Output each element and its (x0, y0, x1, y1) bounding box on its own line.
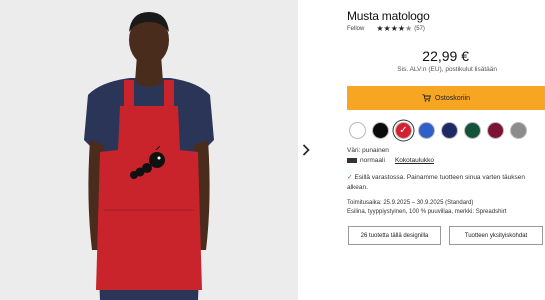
rating-stars[interactable]: ★ ★ ★ ★ ★ (376, 25, 412, 33)
color-swatch-harmaa[interactable] (510, 122, 527, 139)
size-row: normaali Kokotaulukko (347, 157, 434, 164)
more-designs-button[interactable]: 26 tuotetta tällä designilla (348, 226, 441, 245)
stock-text: Esillä varastossa. Painamme tuotteen sin… (347, 174, 525, 191)
check-icon: ✓ (347, 174, 353, 181)
product-info: Musta matologo Fellow ★ ★ ★ ★ ★ (57) 22,… (347, 0, 545, 300)
delivery-time: Toimitusaika: 25.9.2025 – 30.9.2025 (Sta… (347, 200, 474, 206)
star-icon: ★ (397, 24, 406, 33)
color-swatch-tummansininen[interactable] (441, 122, 458, 139)
product-price: 22,99 € (422, 48, 469, 64)
color-swatch-punainen[interactable]: ✓ (395, 122, 412, 139)
material-info: Esilina, tyyppiystyinen, 100 % puuvillaa… (347, 209, 507, 215)
brand-name[interactable]: Fellow (347, 26, 364, 32)
add-to-cart-label: Ostoskoriin (434, 94, 470, 102)
chevron-right-icon (302, 144, 310, 156)
star-icon: ★ (390, 24, 398, 33)
stock-status: ✓ Esillä varastossa. Painamme tuotteen si… (347, 173, 545, 193)
apron-model-illustration (0, 0, 298, 300)
star-half-icon: ★ (405, 24, 413, 33)
tax-note: Sis. ALV:n (EU), postikulut lisätään (397, 66, 497, 73)
star-icon: ★ (376, 24, 384, 33)
add-to-cart-button[interactable]: Ostoskoriin (347, 86, 545, 110)
product-title: Musta matologo (347, 9, 430, 23)
brand-rating-row: Fellow ★ ★ ★ ★ ★ (57) (347, 25, 425, 33)
color-swatch-viininpunainen[interactable] (487, 122, 504, 139)
check-icon: ✓ (399, 124, 408, 136)
product-details-button[interactable]: Tuotteen yksityiskohdat (449, 226, 543, 245)
product-image[interactable] (0, 0, 298, 300)
size-guide-link[interactable]: Kokotaulukko (395, 157, 434, 164)
color-swatch-sininen[interactable] (418, 122, 435, 139)
cart-icon (422, 94, 431, 102)
review-count[interactable]: (57) (414, 26, 425, 32)
size-value: normaali (360, 157, 385, 164)
star-icon: ★ (383, 24, 391, 33)
gallery-next-button[interactable] (298, 140, 314, 160)
color-swatch-vihreä[interactable] (464, 122, 481, 139)
color-swatch-valkoinen[interactable] (349, 122, 366, 139)
selected-color-label: Väri: punainen (347, 147, 389, 154)
delivery-info: Toimitusaika: 25.9.2025 – 30.9.2025 (Sta… (347, 199, 545, 217)
color-swatches: ✓ (349, 122, 533, 139)
ruler-icon (347, 158, 357, 163)
color-swatch-musta[interactable] (372, 122, 389, 139)
